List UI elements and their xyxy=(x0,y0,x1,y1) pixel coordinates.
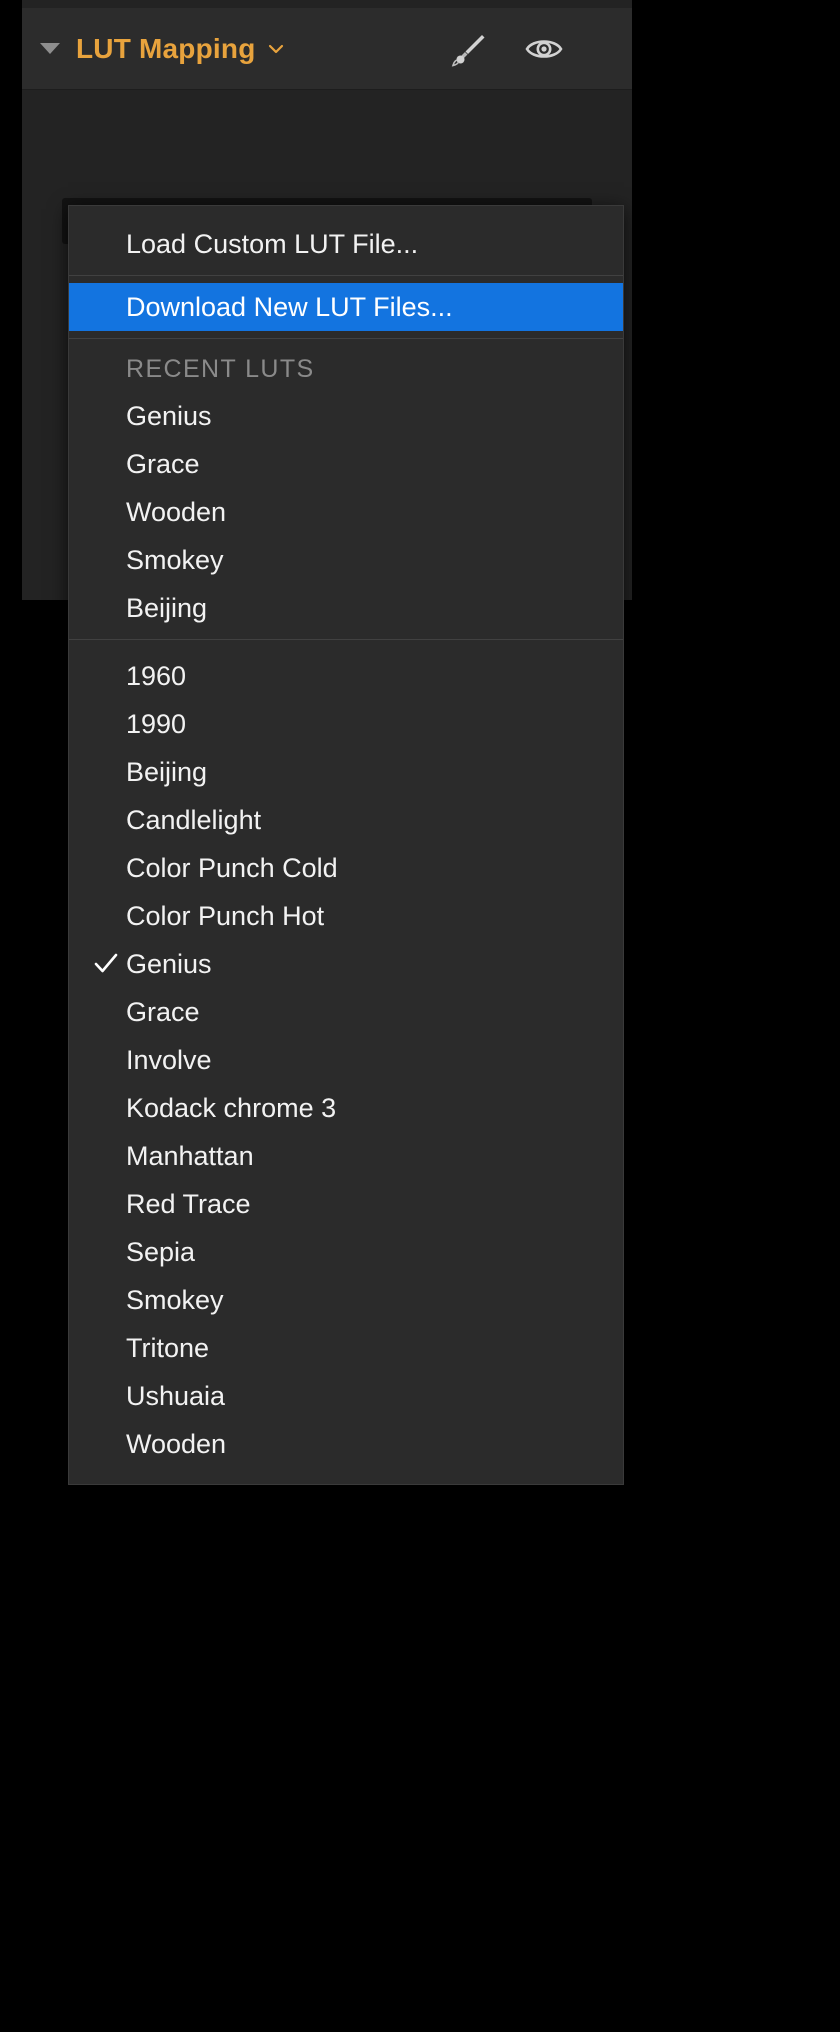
menu-item-lut-kodack-chrome-3[interactable]: Kodack chrome 3 xyxy=(69,1084,623,1132)
menu-item-recent-smokey[interactable]: Smokey xyxy=(69,536,623,584)
menu-item-lut-grace[interactable]: Grace xyxy=(69,988,623,1036)
menu-item-lut-involve[interactable]: Involve xyxy=(69,1036,623,1084)
lut-mapping-panel-screen: LUT Mapping Load Custom LUT File... Down… xyxy=(0,0,840,2032)
menu-separator xyxy=(69,275,623,276)
menu-item-lut-manhattan[interactable]: Manhattan xyxy=(69,1132,623,1180)
chevron-down-icon[interactable] xyxy=(268,41,284,57)
menu-item-lut-1990[interactable]: 1990 xyxy=(69,700,623,748)
checkmark-icon xyxy=(93,951,119,977)
menu-section-recent-luts: RECENT LUTS xyxy=(126,354,315,383)
menu-item-lut-beijing[interactable]: Beijing xyxy=(69,748,623,796)
triangle-down-icon[interactable] xyxy=(40,43,60,54)
menu-separator xyxy=(69,639,623,640)
menu-item-load-custom-lut[interactable]: Load Custom LUT File... xyxy=(69,220,623,268)
menu-item-lut-candlelight[interactable]: Candlelight xyxy=(69,796,623,844)
menu-item-lut-1960[interactable]: 1960 xyxy=(69,652,623,700)
eye-icon[interactable] xyxy=(524,29,564,69)
menu-item-lut-genius[interactable]: Genius xyxy=(69,940,623,988)
menu-item-lut-ushuaia[interactable]: Ushuaia xyxy=(69,1372,623,1420)
menu-separator xyxy=(69,338,623,339)
menu-item-recent-genius[interactable]: Genius xyxy=(69,392,623,440)
menu-item-recent-grace[interactable]: Grace xyxy=(69,440,623,488)
menu-item-lut-tritone[interactable]: Tritone xyxy=(69,1324,623,1372)
brush-icon[interactable] xyxy=(450,29,490,69)
menu-item-recent-beijing[interactable]: Beijing xyxy=(69,584,623,632)
page-title: LUT Mapping xyxy=(76,32,256,64)
menu-item-download-new-luts[interactable]: Download New LUT Files... xyxy=(69,283,623,331)
menu-item-lut-sepia[interactable]: Sepia xyxy=(69,1228,623,1276)
menu-item-lut-smokey[interactable]: Smokey xyxy=(69,1276,623,1324)
lut-dropdown-menu: Load Custom LUT File... Download New LUT… xyxy=(68,205,624,1485)
menu-item-lut-color-punch-hot[interactable]: Color Punch Hot xyxy=(69,892,623,940)
menu-item-lut-wooden[interactable]: Wooden xyxy=(69,1420,623,1468)
panel-header: LUT Mapping xyxy=(22,8,632,90)
menu-item-label: Genius xyxy=(126,948,212,979)
menu-item-lut-red-trace[interactable]: Red Trace xyxy=(69,1180,623,1228)
menu-item-lut-color-punch-cold[interactable]: Color Punch Cold xyxy=(69,844,623,892)
menu-item-recent-wooden[interactable]: Wooden xyxy=(69,488,623,536)
header-icon-group xyxy=(450,29,564,69)
